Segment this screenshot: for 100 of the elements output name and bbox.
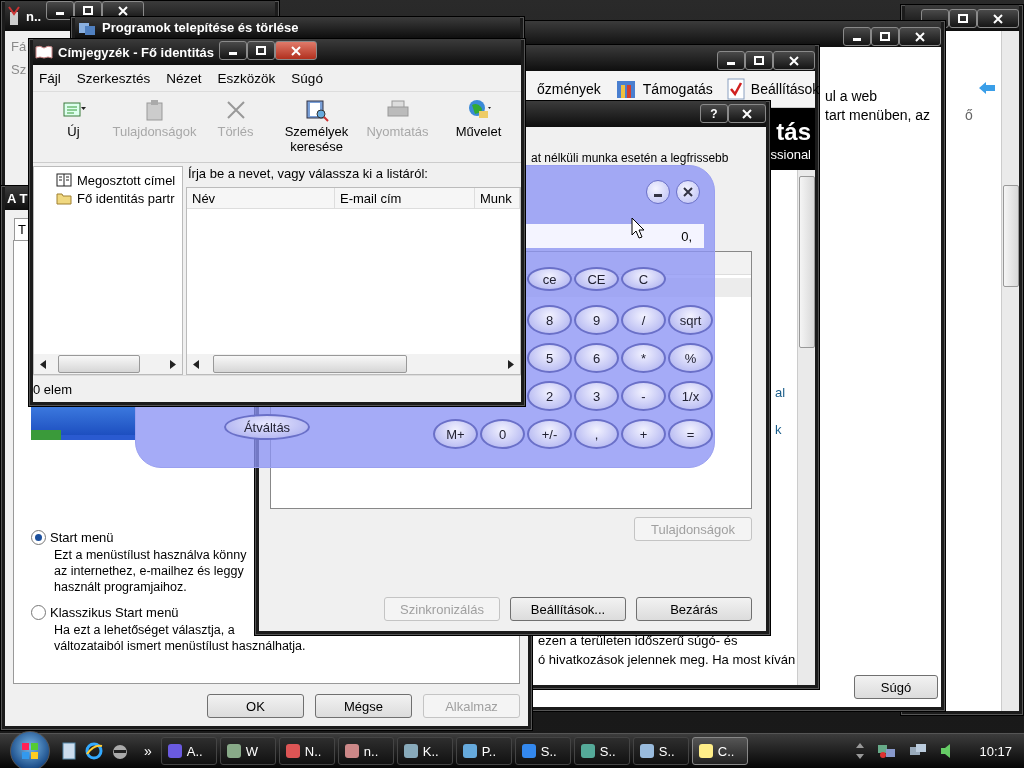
taskbar-button[interactable]: W [219,737,276,765]
taskbar-button[interactable]: N.. [278,737,335,765]
radio-label[interactable]: Klasszikus Start menü [50,605,179,620]
banner-subtitle: ssional [770,146,811,162]
close-button[interactable] [977,9,1019,28]
calculator-key[interactable]: CE [574,267,619,291]
toolbar-button[interactable]: Új [33,98,114,156]
maximize-button[interactable] [871,27,899,46]
menu-item[interactable]: Súgó [291,70,323,86]
taskbar-button[interactable]: A.. [160,737,217,765]
help-button[interactable]: ? [700,104,728,123]
document-icon[interactable] [61,742,77,760]
taskbar-button[interactable]: C.. [691,737,748,765]
toolbar-button[interactable]: őzmények [537,81,601,97]
vertical-scrollbar[interactable] [1001,31,1019,711]
open-book-icon [35,44,53,60]
option-description: Ha ezt a lehetőséget választja, a változataiból ismert menüstílust használhatja. [53,622,307,654]
minimize-button[interactable] [717,51,745,70]
help-text: ezen a területen időszerű súgó- és ó hivatkozások jelennek meg. Ha most kíván [537,632,797,669]
maximize-button[interactable] [949,9,977,28]
help-button[interactable]: Súgó [854,675,938,699]
calculator-key[interactable]: 9 [574,305,619,335]
calculator-key[interactable]: ce [527,267,572,291]
calculator-key[interactable]: 2 [527,381,572,411]
taskbar-button[interactable]: S.. [573,737,630,765]
browser-icon[interactable] [85,742,103,760]
close-button[interactable] [676,180,700,204]
taskbar-button[interactable]: K.. [396,737,453,765]
checklist-icon [726,78,745,100]
window-title: Programok telepítése és törlése [102,20,299,35]
calculator-key[interactable]: = [668,419,713,449]
calculator-key[interactable]: 8 [527,305,572,335]
close-icon [742,108,752,119]
taskbar-button[interactable]: S.. [632,737,689,765]
link[interactable]: al [775,385,797,400]
banner-title: tás [776,116,811,147]
column-header[interactable]: E-mail cím [335,188,475,208]
close-icon [118,5,129,16]
toolbar-button[interactable]: Művelet [438,98,519,156]
start-button[interactable] [10,731,50,768]
calculator-key[interactable]: sqrt [668,305,713,335]
close-button[interactable] [275,41,318,60]
close-button[interactable] [728,104,766,123]
dialog-button[interactable]: Mégse [315,694,412,718]
close-button[interactable] [899,27,941,46]
dialog-button[interactable]: Bezárás [636,597,752,621]
column-header[interactable]: Név [187,188,335,208]
scroll-left-icon[interactable] [193,359,199,369]
taskbar-button[interactable]: P.. [455,737,512,765]
toolbar-button[interactable]: Támogatás [642,81,713,97]
calculator-key[interactable]: M+ [433,419,478,449]
toolbar-button[interactable]: Személyek keresése [276,98,357,156]
close-button[interactable] [773,51,815,70]
calculator-key[interactable]: 6 [574,343,619,373]
calculator-key[interactable]: +/- [527,419,572,449]
calculator-key[interactable]: 3 [574,381,619,411]
menu-item[interactable]: Eszközök [217,70,276,86]
network-icon[interactable] [877,742,898,760]
taskbar-button[interactable]: n.. [337,737,394,765]
menu-item[interactable]: Szerkesztés [76,70,151,86]
calculator-key[interactable]: 0 [480,419,525,449]
calculator-key[interactable]: 5 [527,343,572,373]
vertical-scrollbar[interactable] [797,170,815,685]
tree-item[interactable]: Fő identitás partr [77,190,175,206]
dialog-button[interactable]: OK [207,694,304,718]
radio-label[interactable]: Start menü [50,530,114,545]
link[interactable]: k [775,422,797,437]
switch-button[interactable]: Átváltás [224,414,310,440]
calculator-key[interactable]: % [668,343,713,373]
scroll-right-icon[interactable] [170,359,176,369]
calculator-key[interactable]: 1/x [668,381,713,411]
minimize-button[interactable] [843,27,871,46]
radio-button[interactable] [31,605,46,620]
maximize-button[interactable] [247,41,276,60]
calculator-key[interactable]: , [574,419,619,449]
scroll-right-icon[interactable] [508,359,514,369]
close-icon [993,13,1003,24]
minimize-button[interactable] [46,1,75,20]
menu-item[interactable]: Nézet [166,70,202,86]
calculator-key[interactable]: + [621,419,666,449]
dialog-button[interactable]: Beállítások... [510,597,626,621]
calculator-key[interactable]: C [621,267,666,291]
calculator-key[interactable]: / [621,305,666,335]
scroll-left-icon[interactable] [40,359,46,369]
status-text: 0 elem [33,381,73,397]
tree-item[interactable]: Megosztott címel [77,172,176,188]
menu-item[interactable]: Fájl [39,70,61,86]
maximize-button[interactable] [745,51,773,70]
radio-button[interactable] [31,530,46,545]
overflow-button[interactable]: » [144,743,152,759]
taskbar-button[interactable]: S.. [514,737,571,765]
maximize-icon [256,45,267,56]
minimize-button[interactable] [219,41,248,60]
calculator-key[interactable]: - [621,381,666,411]
horizontal-scrollbar[interactable] [187,354,520,374]
horizontal-scrollbar[interactable] [34,354,182,374]
column-header[interactable]: Munk [475,188,520,208]
minimize-button[interactable] [646,180,670,204]
calculator-key[interactable]: * [621,343,666,373]
close-icon [291,45,302,56]
